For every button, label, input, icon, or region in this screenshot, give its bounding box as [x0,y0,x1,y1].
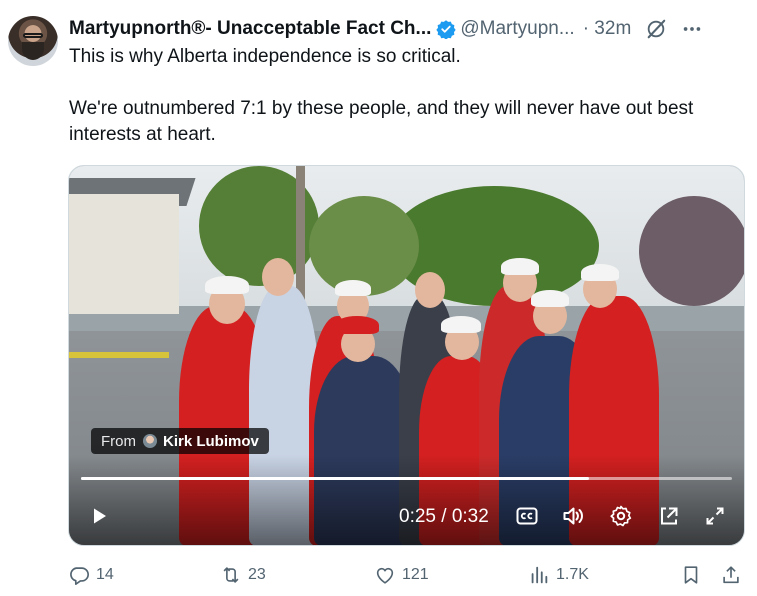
view-count: 1.7K [556,566,589,583]
video-time: 0:25 / 0:32 [399,506,489,527]
author-avatar[interactable] [8,16,58,66]
settings-icon[interactable] [609,504,633,528]
video-person-cap [531,290,569,307]
attribution-avatar [143,434,157,448]
video-person-cap [441,316,481,333]
share-button[interactable] [720,564,748,586]
views-icon [531,566,548,584]
repost-button[interactable]: 23 [220,564,266,586]
like-count: 121 [402,566,429,583]
video-person-cap [335,280,371,296]
captions-icon[interactable] [515,504,539,528]
attribution-name[interactable]: Kirk Lubimov [163,433,259,450]
video-person-head [262,258,294,296]
like-button[interactable]: 121 [374,564,429,586]
video-player[interactable]: From Kirk Lubimov 0:25 / 0:32 [68,165,745,546]
avatar-beard [22,42,44,60]
bookmark-icon [684,566,698,584]
post-timestamp[interactable]: · 32m [583,18,632,40]
video-attribution[interactable]: From Kirk Lubimov [91,428,269,454]
author-display-name[interactable]: Martyupnorth®- Unacceptable Fact Ch... [69,18,431,40]
attribution-from-label: From [101,432,136,450]
repost-count: 23 [248,566,266,583]
avatar-glasses [23,33,43,38]
share-icon [723,566,739,584]
reply-button[interactable]: 14 [68,564,114,586]
video-frame-tree [639,196,744,306]
pop-out-icon[interactable] [657,504,681,528]
views-button[interactable]: 1.7K [528,564,589,586]
video-controls: 0:25 / 0:32 [69,500,744,534]
video-person-cap [581,264,619,281]
post-header: Martyupnorth®- Unacceptable Fact Ch... @… [69,16,741,42]
video-person-head [415,272,445,308]
play-icon[interactable] [87,504,111,528]
video-frame-curb [69,352,169,358]
video-person-cap [501,258,539,275]
post-text: This is why Alberta independence is so c… [69,44,739,148]
fullscreen-icon[interactable] [703,504,727,528]
video-frame-house [69,194,179,314]
reply-icon [70,567,89,585]
author-handle[interactable]: @Martyupn... [460,18,574,40]
repost-icon [223,567,239,583]
like-icon [376,567,394,584]
grok-icon[interactable] [645,18,667,40]
video-person-cap [335,316,379,334]
verified-badge-icon [436,20,457,39]
video-person-cap [205,276,249,294]
post-text-line-2: We're outnumbered 7:1 by these people, a… [69,98,694,145]
video-progress-fill [81,477,589,480]
bookmark-button[interactable] [680,564,708,586]
reply-count: 14 [96,566,114,583]
volume-icon[interactable] [561,504,585,528]
more-icon[interactable] [681,18,703,40]
post-text-line-1: This is why Alberta independence is so c… [69,46,461,67]
video-progress-bar[interactable] [81,477,732,480]
post-actions: 14 23 121 1.7K [68,562,745,592]
